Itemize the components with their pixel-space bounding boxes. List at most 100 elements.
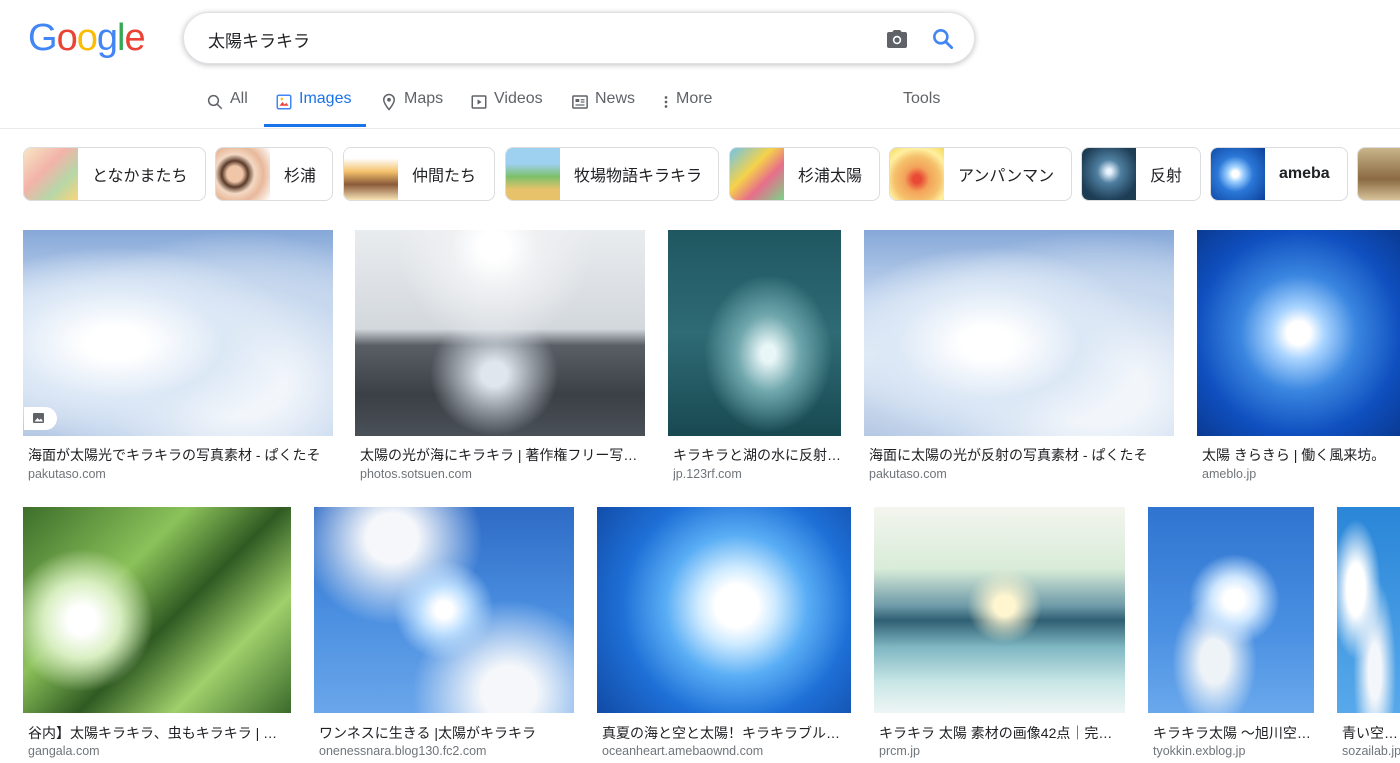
tab-label: News	[595, 90, 636, 107]
result-image[interactable]	[1197, 230, 1400, 436]
result-title[interactable]: 海面が太陽光でキラキラの写真素材 - ぱくたそ	[28, 445, 328, 465]
result-image[interactable]	[1148, 507, 1314, 713]
tab-label: Images	[299, 90, 352, 107]
image-icon	[276, 94, 292, 110]
result-image[interactable]	[864, 230, 1174, 436]
result-domain[interactable]: tyokkin.exblog.jp	[1153, 744, 1313, 758]
result-domain[interactable]: ameblo.jp	[1202, 467, 1400, 481]
tab-images[interactable]: Images	[275, 90, 351, 128]
chip-thumbnail	[24, 148, 78, 200]
chip-label: アンパンマン	[958, 168, 1055, 185]
result-domain[interactable]: photos.sotsuen.com	[360, 467, 640, 481]
result-image[interactable]	[874, 507, 1125, 713]
result-title[interactable]: キラキラと湖の水に反射…	[673, 445, 841, 465]
result-card[interactable]: 海面に太陽の光が反射の写真素材 - ぱくたそ pakutaso.com	[864, 230, 1174, 490]
result-title[interactable]: 青い空梅雨	[1342, 723, 1400, 743]
chip-thumbnail	[216, 148, 270, 200]
tab-maps[interactable]: Maps	[380, 90, 443, 128]
result-domain[interactable]: oceanheart.amebaownd.com	[602, 744, 848, 758]
result-card[interactable]: キラキラ太陽 〜旭川空… tyokkin.exblog.jp	[1148, 507, 1314, 763]
result-card[interactable]: ワンネスに生きる |太陽がキラキラ onenessnara.blog130.fc…	[314, 507, 574, 763]
logo-letter: g	[96, 17, 118, 59]
result-image[interactable]	[355, 230, 645, 436]
chip-partial[interactable]	[1357, 147, 1400, 201]
result-title[interactable]: ワンネスに生きる |太陽がキラキラ	[319, 723, 569, 743]
result-title[interactable]: 太陽の光が海にキラキラ | 著作権フリー写…	[360, 445, 640, 465]
tab-label: Maps	[404, 90, 444, 107]
result-domain[interactable]: pakutaso.com	[869, 467, 1169, 481]
search-icon[interactable]	[930, 26, 956, 52]
result-card[interactable]: 青い空梅雨 sozailab.jp	[1337, 507, 1400, 763]
result-card[interactable]: 太陽 きらきら | 働く風来坊。 ameblo.jp	[1197, 230, 1400, 490]
active-tab-indicator	[264, 124, 366, 127]
result-title[interactable]: 真夏の海と空と太陽！キラキラブル…	[602, 723, 848, 743]
chip-anpanman[interactable]: アンパンマン	[889, 147, 1072, 201]
tab-all[interactable]: All	[206, 90, 248, 128]
result-title[interactable]: 谷内】太陽キラキラ、虫もキラキラ | S…	[28, 723, 286, 743]
chip-thumbnail	[344, 148, 398, 200]
result-card[interactable]: 真夏の海と空と太陽！キラキラブル… oceanheart.amebaownd.c…	[597, 507, 851, 763]
chip-label: 杉浦	[284, 168, 317, 185]
tab-videos[interactable]: Videos	[470, 90, 543, 128]
result-card[interactable]: 谷内】太陽キラキラ、虫もキラキラ | S… gangala.com	[23, 507, 291, 763]
result-image[interactable]	[23, 507, 291, 713]
chip-label: 牧場物語キラキラ	[574, 168, 703, 185]
result-image[interactable]	[314, 507, 574, 713]
tab-news[interactable]: News	[571, 90, 635, 128]
result-image[interactable]	[668, 230, 841, 436]
result-card[interactable]: キラキラと湖の水に反射… jp.123rf.com	[668, 230, 841, 490]
result-title[interactable]: キラキラ太陽 〜旭川空…	[1153, 723, 1313, 743]
chip-label: 杉浦太陽	[798, 168, 863, 185]
result-card[interactable]: キラキラ 太陽 素材の画像42点｜完… prcm.jp	[874, 507, 1125, 763]
result-card[interactable]: 海面が太陽光でキラキラの写真素材 - ぱくたそ pakutaso.com	[23, 230, 333, 490]
tab-label: More	[676, 90, 713, 107]
result-domain[interactable]: pakutaso.com	[28, 467, 328, 481]
chip-label: となかまたち	[92, 168, 188, 185]
result-image[interactable]	[23, 230, 333, 436]
google-logo[interactable]: Google	[28, 17, 146, 59]
chip-ameba[interactable]: ameba	[1210, 147, 1348, 201]
chip-sugiura[interactable]: 杉浦	[215, 147, 333, 201]
logo-letter: o	[56, 17, 78, 59]
result-domain[interactable]: jp.123rf.com	[673, 467, 841, 481]
camera-icon[interactable]	[885, 27, 909, 51]
image-icon	[33, 413, 44, 423]
result-card[interactable]: 太陽の光が海にキラキラ | 著作権フリー写… photos.sotsuen.co…	[355, 230, 645, 490]
chip-hansha[interactable]: 反射	[1081, 147, 1201, 201]
result-image[interactable]	[597, 507, 851, 713]
more-vert-icon	[664, 96, 668, 108]
logo-letter: G	[28, 17, 58, 59]
tab-label: All	[230, 90, 248, 107]
map-pin-icon	[382, 93, 396, 111]
play-icon	[471, 95, 487, 109]
chip-thumbnail	[730, 148, 784, 200]
result-domain[interactable]: sozailab.jp	[1342, 744, 1400, 758]
search-box[interactable]: 太陽キラキラ	[183, 12, 975, 64]
result-title[interactable]: キラキラ 太陽 素材の画像42点｜完…	[879, 723, 1123, 743]
chip-label: 反射	[1150, 168, 1183, 185]
search-input[interactable]: 太陽キラキラ	[208, 27, 310, 52]
tools-label: Tools	[903, 90, 941, 107]
header-divider	[0, 128, 1400, 129]
image-badge	[24, 407, 57, 430]
chip-bokujo-monogatari[interactable]: 牧場物語キラキラ	[505, 147, 719, 201]
news-icon	[572, 95, 588, 109]
chip-tonakamatachi[interactable]: となかまたち	[23, 147, 206, 201]
logo-letter: o	[76, 17, 98, 59]
tools-button[interactable]: Tools	[903, 90, 940, 128]
search-icon	[207, 94, 223, 110]
result-domain[interactable]: prcm.jp	[879, 744, 1123, 758]
tab-more[interactable]: More	[662, 90, 712, 128]
result-domain[interactable]: gangala.com	[28, 744, 286, 758]
result-image[interactable]	[1337, 507, 1400, 713]
result-title[interactable]: 海面に太陽の光が反射の写真素材 - ぱくたそ	[869, 445, 1169, 465]
chip-nakamatachi[interactable]: 仲間たち	[343, 147, 495, 201]
chip-thumbnail	[1358, 148, 1400, 200]
chip-sugiura-taiyo[interactable]: 杉浦太陽	[729, 147, 880, 201]
result-domain[interactable]: onenessnara.blog130.fc2.com	[319, 744, 569, 758]
chip-thumbnail	[890, 148, 944, 200]
chip-thumbnail	[1211, 148, 1265, 200]
tab-label: Videos	[494, 90, 543, 107]
chip-label: ameba	[1279, 165, 1330, 182]
result-title[interactable]: 太陽 きらきら | 働く風来坊。	[1202, 445, 1400, 465]
